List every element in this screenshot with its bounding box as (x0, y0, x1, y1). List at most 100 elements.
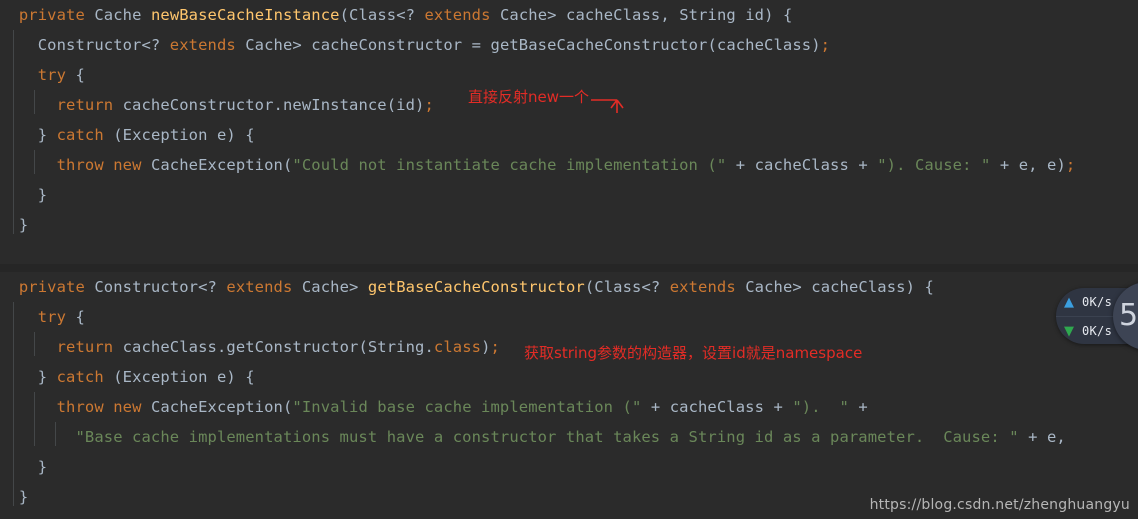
code-token: ( (584, 278, 595, 296)
code-token: ( (282, 156, 293, 174)
code-line[interactable]: private Cache newBaseCacheInstance(Class… (0, 0, 1138, 30)
code-line[interactable]: } catch (Exception e) { (0, 120, 1138, 150)
code-token: Exception (122, 368, 208, 386)
code-token: class (433, 338, 482, 356)
code-token: ) { (226, 368, 255, 386)
code-block-lower[interactable]: private Constructor<? extends Cache> get… (0, 272, 1138, 519)
code-token: ) { (905, 278, 934, 296)
code-token: ( (707, 36, 717, 54)
code-token: { (66, 66, 85, 84)
code-line[interactable]: Constructor<? extends Cache> cacheConstr… (0, 30, 1138, 60)
code-token: "Base cache implementations must have a … (75, 428, 1019, 446)
code-token: private (18, 278, 85, 296)
code-token: . (424, 338, 434, 356)
code-token: newBaseCacheInstance (150, 6, 340, 24)
code-token: } (18, 488, 29, 506)
upload-speed-value: 0K/s (1082, 295, 1113, 309)
code-line[interactable]: try { (0, 302, 1138, 332)
code-token: id (396, 96, 416, 114)
download-speed-value: 0K/s (1082, 324, 1113, 338)
code-token: + (848, 398, 868, 416)
code-token: <? (396, 6, 425, 24)
code-token: extends (169, 36, 236, 54)
code-token: Cache (94, 6, 142, 24)
code-token: return (56, 338, 114, 356)
code-block-upper[interactable]: private Cache newBaseCacheInstance(Class… (0, 0, 1138, 264)
code-token: + (848, 156, 878, 174)
code-token: cacheClass (669, 398, 765, 416)
code-token: . (216, 338, 227, 356)
code-token: private (18, 6, 85, 24)
code-token: e (216, 368, 227, 386)
code-token: ( (103, 368, 123, 386)
code-token: + (641, 398, 670, 416)
code-token: + (764, 398, 793, 416)
arrow-down-icon: ▼ (1064, 323, 1074, 339)
code-token: > (792, 278, 812, 296)
arrow-up-icon: ▲ (1064, 294, 1074, 310)
code-line[interactable]: try { (0, 60, 1138, 90)
code-token: ) { (226, 126, 255, 144)
code-token: new (113, 156, 142, 174)
code-token: cacheClass (566, 6, 661, 24)
code-token: Constructor (37, 36, 142, 54)
code-line[interactable]: } (0, 180, 1138, 210)
code-token: "Could not instantiate cache implementat… (292, 156, 727, 174)
code-token: e (216, 126, 227, 144)
code-line[interactable]: private Constructor<? extends Cache> get… (0, 272, 1138, 302)
code-token: <? (641, 278, 670, 296)
code-line[interactable]: } (0, 210, 1138, 240)
code-token: Cache (499, 6, 548, 24)
code-token: String (367, 338, 425, 356)
code-token: ( (282, 398, 293, 416)
code-token: ) (811, 36, 821, 54)
code-token: , (1056, 428, 1066, 446)
code-token: Cache (245, 36, 293, 54)
code-token: try (37, 66, 67, 84)
annotation-reflect-new: 直接反射new一个 (468, 88, 590, 106)
code-token: throw (56, 156, 104, 174)
code-line[interactable]: throw new CacheException("Could not inst… (0, 150, 1138, 180)
code-token: = (462, 36, 491, 54)
code-line[interactable]: } catch (Exception e) { (0, 362, 1138, 392)
code-token: Class (594, 278, 642, 296)
code-token: > (547, 6, 567, 24)
code-token: ( (339, 6, 350, 24)
code-line[interactable]: throw new CacheException("Invalid base c… (0, 392, 1138, 422)
code-token: ) { (764, 6, 793, 24)
code-token: } (37, 458, 48, 476)
code-token: String (679, 6, 736, 24)
code-token: CacheException (150, 156, 283, 174)
code-token: ; (820, 36, 831, 54)
code-token: cacheClass (122, 338, 217, 356)
code-line[interactable]: "Base cache implementations must have a … (0, 422, 1138, 452)
watermark-url: https://blog.csdn.net/zhenghuangyu (869, 497, 1130, 513)
code-token: Class (349, 6, 397, 24)
screenshot-root: private Cache newBaseCacheInstance(Class… (0, 0, 1138, 519)
code-token: Cache (301, 278, 350, 296)
code-token: newInstance (282, 96, 387, 114)
code-line[interactable]: } (0, 452, 1138, 482)
code-token: + (990, 156, 1019, 174)
code-token: ) (481, 338, 491, 356)
code-token: cacheClass (716, 36, 812, 54)
code-token: catch (56, 368, 104, 386)
